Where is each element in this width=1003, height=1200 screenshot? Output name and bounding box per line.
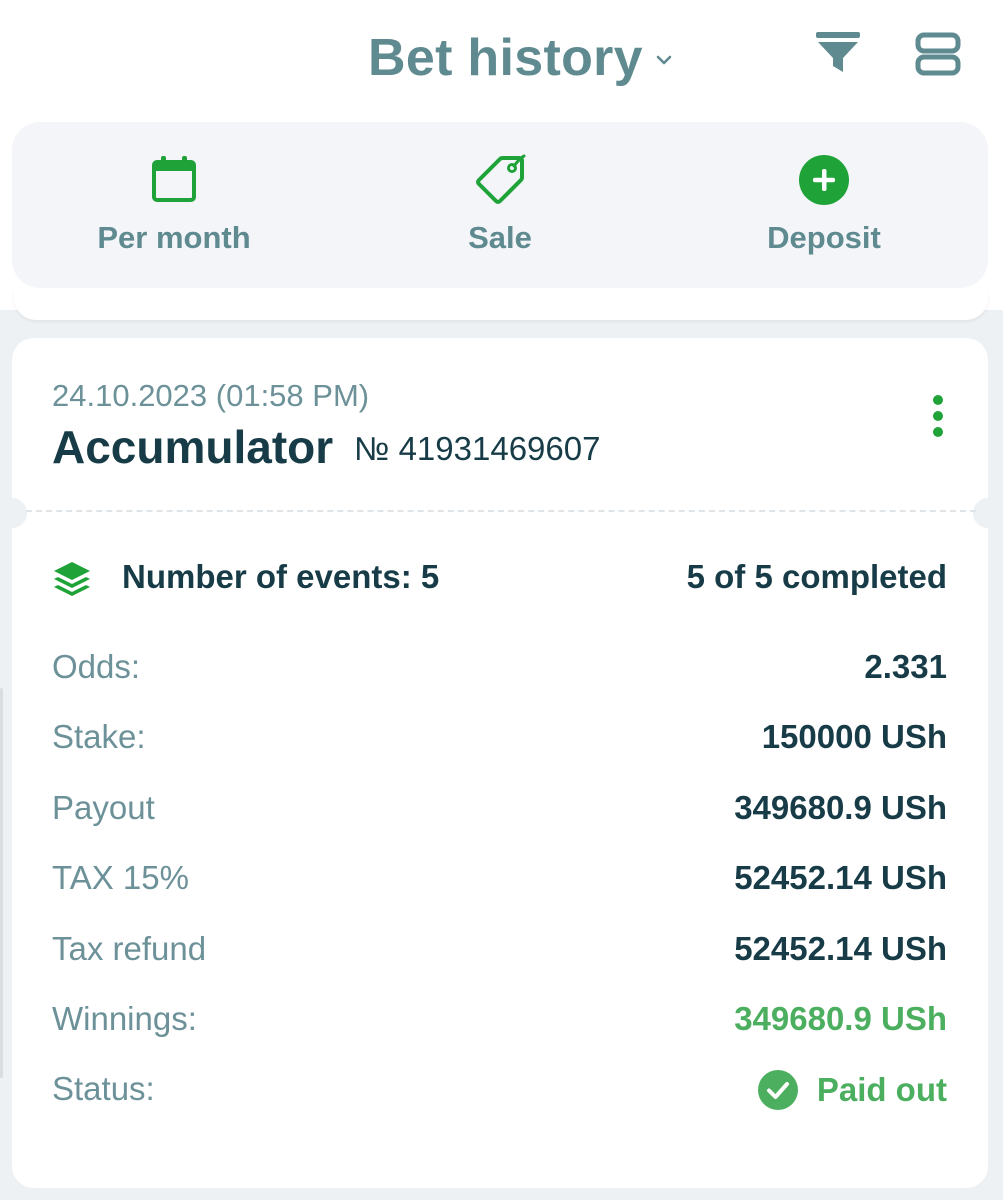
events-count: Number of events: 5 bbox=[122, 558, 440, 595]
check-circle-icon bbox=[757, 1070, 798, 1110]
more-options-icon[interactable] bbox=[926, 394, 950, 440]
odds-value: 2.331 bbox=[864, 648, 947, 685]
stake-value: 150000 USh bbox=[761, 718, 947, 755]
winnings-value: 349680.9 USh bbox=[734, 1000, 947, 1037]
bet-type: Accumulator bbox=[52, 421, 334, 473]
tax-label: TAX 15% bbox=[52, 859, 189, 896]
tag-icon bbox=[476, 154, 526, 204]
ticket-separator bbox=[26, 510, 976, 512]
deposit-label: Deposit bbox=[767, 220, 881, 255]
bet-datetime: 24.10.2023 (01:58 PM) bbox=[52, 378, 370, 413]
events-progress: 5 of 5 completed bbox=[686, 558, 947, 595]
tax-refund-value: 52452.14 USh bbox=[734, 930, 947, 967]
sale-button[interactable]: Sale bbox=[370, 122, 630, 288]
layout-toggle-icon[interactable] bbox=[914, 32, 962, 76]
scroll-edge bbox=[0, 688, 3, 1078]
tax-refund-label: Tax refund bbox=[52, 930, 207, 967]
stake-label: Stake: bbox=[52, 718, 146, 755]
plus-circle-icon bbox=[799, 155, 849, 205]
deposit-button[interactable]: Deposit bbox=[694, 122, 954, 288]
odds-label: Odds: bbox=[52, 648, 141, 685]
winnings-label: Winnings: bbox=[52, 1000, 197, 1037]
page-title: Bet history bbox=[368, 29, 643, 87]
calendar-icon bbox=[152, 156, 196, 202]
payout-label: Payout bbox=[52, 789, 155, 826]
chevron-down-icon bbox=[656, 55, 672, 65]
status-value: Paid out bbox=[816, 1071, 947, 1108]
bet-number: № 41931469607 bbox=[354, 430, 601, 467]
quick-actions-bar: Per month Sale Deposit bbox=[12, 122, 988, 288]
layers-icon bbox=[54, 562, 90, 596]
per-month-label: Per month bbox=[97, 220, 251, 255]
ticket-notch-right bbox=[973, 498, 1003, 528]
title-dropdown[interactable]: Bet history bbox=[368, 28, 675, 88]
sale-label: Sale bbox=[468, 220, 532, 255]
status-label: Status: bbox=[52, 1070, 155, 1107]
payout-value: 349680.9 USh bbox=[734, 789, 947, 826]
tax-value: 52452.14 USh bbox=[734, 859, 947, 896]
per-month-button[interactable]: Per month bbox=[44, 122, 304, 288]
status-badge: Paid out bbox=[757, 1068, 947, 1112]
filter-icon[interactable] bbox=[814, 30, 862, 76]
previous-card-edge bbox=[14, 290, 988, 320]
